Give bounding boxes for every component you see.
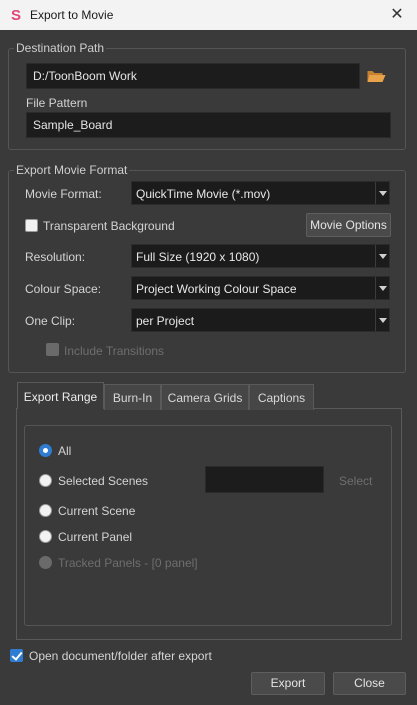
tab-burn-in[interactable]: Burn-In [104,384,161,410]
transparent-background-checkbox[interactable] [25,219,38,232]
one-clip-value: per Project [136,314,195,328]
selected-scenes-field[interactable] [205,466,324,493]
tab-camera-grids[interactable]: Camera Grids [161,384,249,410]
destination-path-title: Destination Path [14,41,107,55]
range-current-panel-label: Current Panel [58,530,133,544]
export-range-box [24,425,392,626]
transparent-background-label: Transparent Background [43,219,175,233]
close-window-icon[interactable]: ✕ [387,5,407,25]
range-current-scene-label: Current Scene [58,504,136,518]
open-after-export-checkbox[interactable] [10,649,23,662]
colour-space-label: Colour Space: [25,282,102,296]
window-title: Export to Movie [30,8,114,22]
movie-options-button[interactable]: Movie Options [306,213,391,237]
one-clip-select[interactable]: per Project [131,308,390,332]
export-button[interactable]: Export [251,672,325,695]
include-transitions-checkbox[interactable] [46,343,59,356]
range-current-panel-radio[interactable] [39,530,52,543]
one-clip-label: One Clip: [25,314,76,328]
range-selected-scenes-label: Selected Scenes [58,474,149,488]
range-current-scene-radio[interactable] [39,504,52,517]
tab-export-range[interactable]: Export Range [17,382,104,409]
chevron-down-icon [375,182,389,204]
movie-format-label: Movie Format: [25,187,102,201]
chevron-down-icon [375,245,389,267]
app-logo-icon: S [8,7,24,23]
file-pattern-label: File Pattern [26,96,88,110]
colour-space-value: Project Working Colour Space [136,282,297,296]
title-bar: S Export to Movie ✕ [0,0,417,30]
svg-text:S: S [11,7,21,23]
include-transitions-label: Include Transitions [64,344,165,358]
close-button[interactable]: Close [333,672,406,695]
movie-format-value: QuickTime Movie (*.mov) [136,187,271,201]
resolution-select[interactable]: Full Size (1920 x 1080) [131,244,390,268]
resolution-label: Resolution: [25,250,86,264]
export-movie-format-title: Export Movie Format [14,163,130,177]
tab-captions[interactable]: Captions [249,384,314,410]
range-all-label: All [58,444,72,458]
range-all-radio[interactable] [39,444,52,457]
range-selected-scenes-radio[interactable] [39,474,52,487]
range-tracked-panels-radio[interactable] [39,556,52,569]
open-after-export-label: Open document/folder after export [29,649,212,663]
folder-open-icon[interactable] [366,68,387,84]
chevron-down-icon [375,277,389,299]
range-tracked-panels-label: Tracked Panels - [0 panel] [58,556,198,570]
select-scenes-button[interactable]: Select [339,474,372,488]
file-pattern-field[interactable]: Sample_Board [26,112,391,138]
movie-format-select[interactable]: QuickTime Movie (*.mov) [131,181,390,205]
colour-space-select[interactable]: Project Working Colour Space [131,276,390,300]
destination-path-field[interactable]: D:/ToonBoom Work [26,63,360,89]
resolution-value: Full Size (1920 x 1080) [136,250,260,264]
chevron-down-icon [375,309,389,331]
